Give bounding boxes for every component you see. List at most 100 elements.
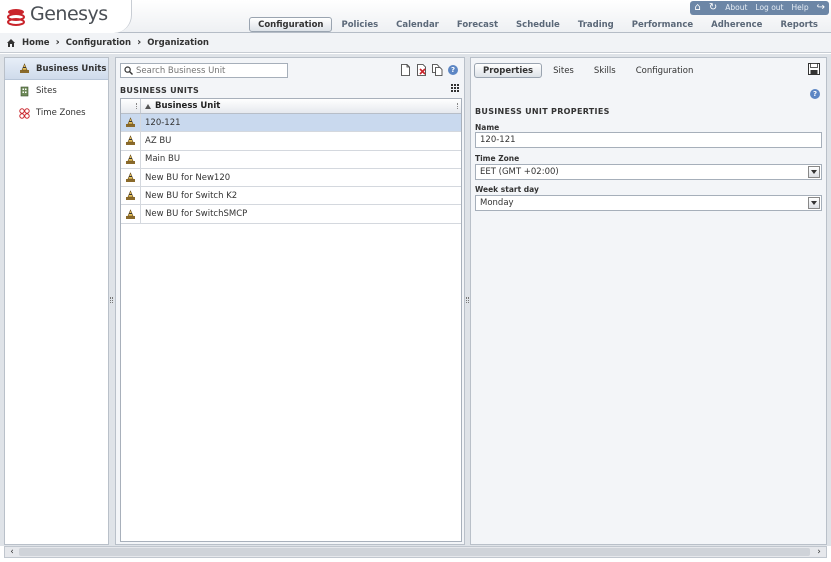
breadcrumb-organization: Organization [147, 37, 209, 48]
nav-schedule[interactable]: Schedule [507, 17, 569, 32]
table-row[interactable]: New BU for Switch K2 [121, 187, 461, 206]
refresh-icon[interactable]: ↻ [709, 1, 717, 15]
save-icon[interactable] [808, 63, 820, 75]
tab-configuration[interactable]: Configuration [627, 63, 703, 78]
search-input[interactable] [136, 65, 281, 76]
business-unit-icon [121, 205, 141, 223]
properties-tabs: Properties Sites Skills Configuration [474, 63, 702, 78]
chevron-right-icon: › [55, 37, 60, 48]
table-row[interactable]: Main BU [121, 150, 461, 169]
nav-policies[interactable]: Policies [332, 17, 387, 32]
left-nav: Business Units Sites Time Zones [4, 57, 109, 545]
row-name: AZ BU [145, 135, 172, 146]
genesys-logo-icon [7, 9, 25, 26]
nav-reports[interactable]: Reports [771, 17, 827, 32]
breadcrumb-home[interactable]: Home [22, 38, 50, 48]
nav-calendar[interactable]: Calendar [387, 17, 448, 32]
search-input-wrapper[interactable] [120, 63, 288, 78]
name-label: Name [475, 123, 500, 132]
app-header: Genesys ⌂ ↻ About Log out Help ↪ Configu… [0, 0, 831, 33]
section-title: BUSINESS UNITS [120, 86, 200, 95]
business-unit-icon [121, 168, 141, 187]
grid-header: Business Unit [121, 99, 461, 114]
scroll-right-icon[interactable]: › [813, 547, 825, 557]
left-nav-sites[interactable]: Sites [5, 80, 108, 102]
week-start-select[interactable]: Monday [475, 195, 822, 211]
business-units-grid: Business Unit 120-121 AZ BU Main BU New … [120, 98, 462, 542]
sort-ascending-icon [145, 103, 151, 109]
tab-sites[interactable]: Sites [544, 63, 583, 78]
help-icon[interactable]: ? [810, 89, 820, 99]
utility-bar: ⌂ ↻ About Log out Help ↪ [690, 1, 829, 15]
grid-toolbar: ? [400, 64, 458, 76]
business-unit-icon [121, 187, 141, 205]
nav-adherence[interactable]: Adherence [702, 17, 771, 32]
horizontal-scrollbar[interactable]: ‹ › [4, 546, 827, 558]
delete-document-icon[interactable] [416, 64, 427, 76]
nav-forecast[interactable]: Forecast [448, 17, 507, 32]
properties-panel: Properties Sites Skills Configuration ? … [470, 57, 827, 545]
tab-properties[interactable]: Properties [474, 63, 543, 78]
about-link[interactable]: About [725, 1, 747, 15]
splitter-grip[interactable] [110, 297, 113, 303]
site-icon [20, 86, 29, 96]
business-unit-icon [121, 150, 141, 168]
column-resize-handle[interactable] [136, 103, 137, 109]
nav-trading[interactable]: Trading [569, 17, 623, 32]
nav-configuration[interactable]: Configuration [249, 17, 333, 32]
home-icon[interactable] [6, 38, 16, 48]
new-document-icon[interactable] [400, 64, 411, 76]
row-name: Main BU [145, 154, 181, 165]
breadcrumb: Home › Configuration › Organization [0, 33, 831, 53]
content-area: Business Units Sites Time Zones Search B… [0, 54, 831, 546]
row-name: New BU for New120 [145, 172, 231, 183]
copy-document-icon[interactable] [432, 64, 443, 76]
scroll-left-icon[interactable]: ‹ [6, 547, 18, 557]
tab-skills[interactable]: Skills [585, 63, 625, 78]
business-unit-icon [121, 114, 141, 132]
scrollbar-thumb[interactable] [19, 548, 810, 556]
left-nav-business-units[interactable]: Business Units [5, 58, 108, 80]
chevron-down-icon[interactable] [808, 197, 820, 209]
business-unit-icon [121, 132, 141, 150]
brand-name: Genesys [30, 3, 108, 25]
left-nav-label: Business Units [36, 63, 107, 74]
timezone-select[interactable]: EET (GMT +02:00) [475, 164, 822, 180]
help-icon[interactable]: ? [448, 65, 458, 75]
timezone-label: Time Zone [475, 154, 520, 163]
table-row[interactable]: AZ BU [121, 132, 461, 151]
week-start-value: Monday [480, 198, 514, 208]
search-icon [124, 66, 133, 75]
logo-area: Genesys [0, 0, 132, 33]
left-nav-label: Time Zones [36, 108, 86, 118]
help-link[interactable]: Help [792, 1, 809, 15]
breadcrumb-configuration[interactable]: Configuration [66, 38, 131, 48]
table-row[interactable]: 120-121 [121, 114, 461, 133]
icon-column-header[interactable] [121, 99, 141, 113]
column-header-label: Business Unit [155, 101, 221, 111]
row-name: New BU for SwitchSMCP [145, 209, 248, 220]
business-unit-column-header[interactable]: Business Unit [141, 99, 461, 113]
name-field[interactable]: 120-121 [475, 132, 822, 148]
nav-performance[interactable]: Performance [623, 17, 702, 32]
splitter-left[interactable] [109, 57, 114, 545]
table-row[interactable]: New BU for New120 [121, 168, 461, 188]
chevron-down-icon[interactable] [808, 166, 820, 178]
week-start-label: Week start day [475, 185, 539, 194]
splitter-grip[interactable] [466, 297, 469, 303]
logout-link[interactable]: Log out [755, 1, 783, 15]
home-icon[interactable]: ⌂ [694, 1, 700, 15]
table-row[interactable]: New BU for SwitchSMCP [121, 205, 461, 224]
row-name: 120-121 [145, 117, 181, 128]
section-title: BUSINESS UNIT PROPERTIES [475, 107, 610, 116]
left-nav-time-zones[interactable]: Time Zones [5, 102, 108, 124]
timezone-value: EET (GMT +02:00) [480, 167, 559, 177]
exit-icon[interactable]: ↪ [817, 1, 825, 15]
grid-options-icon[interactable] [451, 84, 459, 92]
column-resize-handle[interactable] [457, 103, 458, 109]
business-unit-icon [20, 63, 29, 73]
time-zone-icon [19, 107, 30, 119]
left-nav-label: Sites [36, 86, 57, 96]
main-nav: Configuration Policies Calendar Forecast… [249, 17, 827, 32]
row-name: New BU for Switch K2 [145, 190, 238, 201]
